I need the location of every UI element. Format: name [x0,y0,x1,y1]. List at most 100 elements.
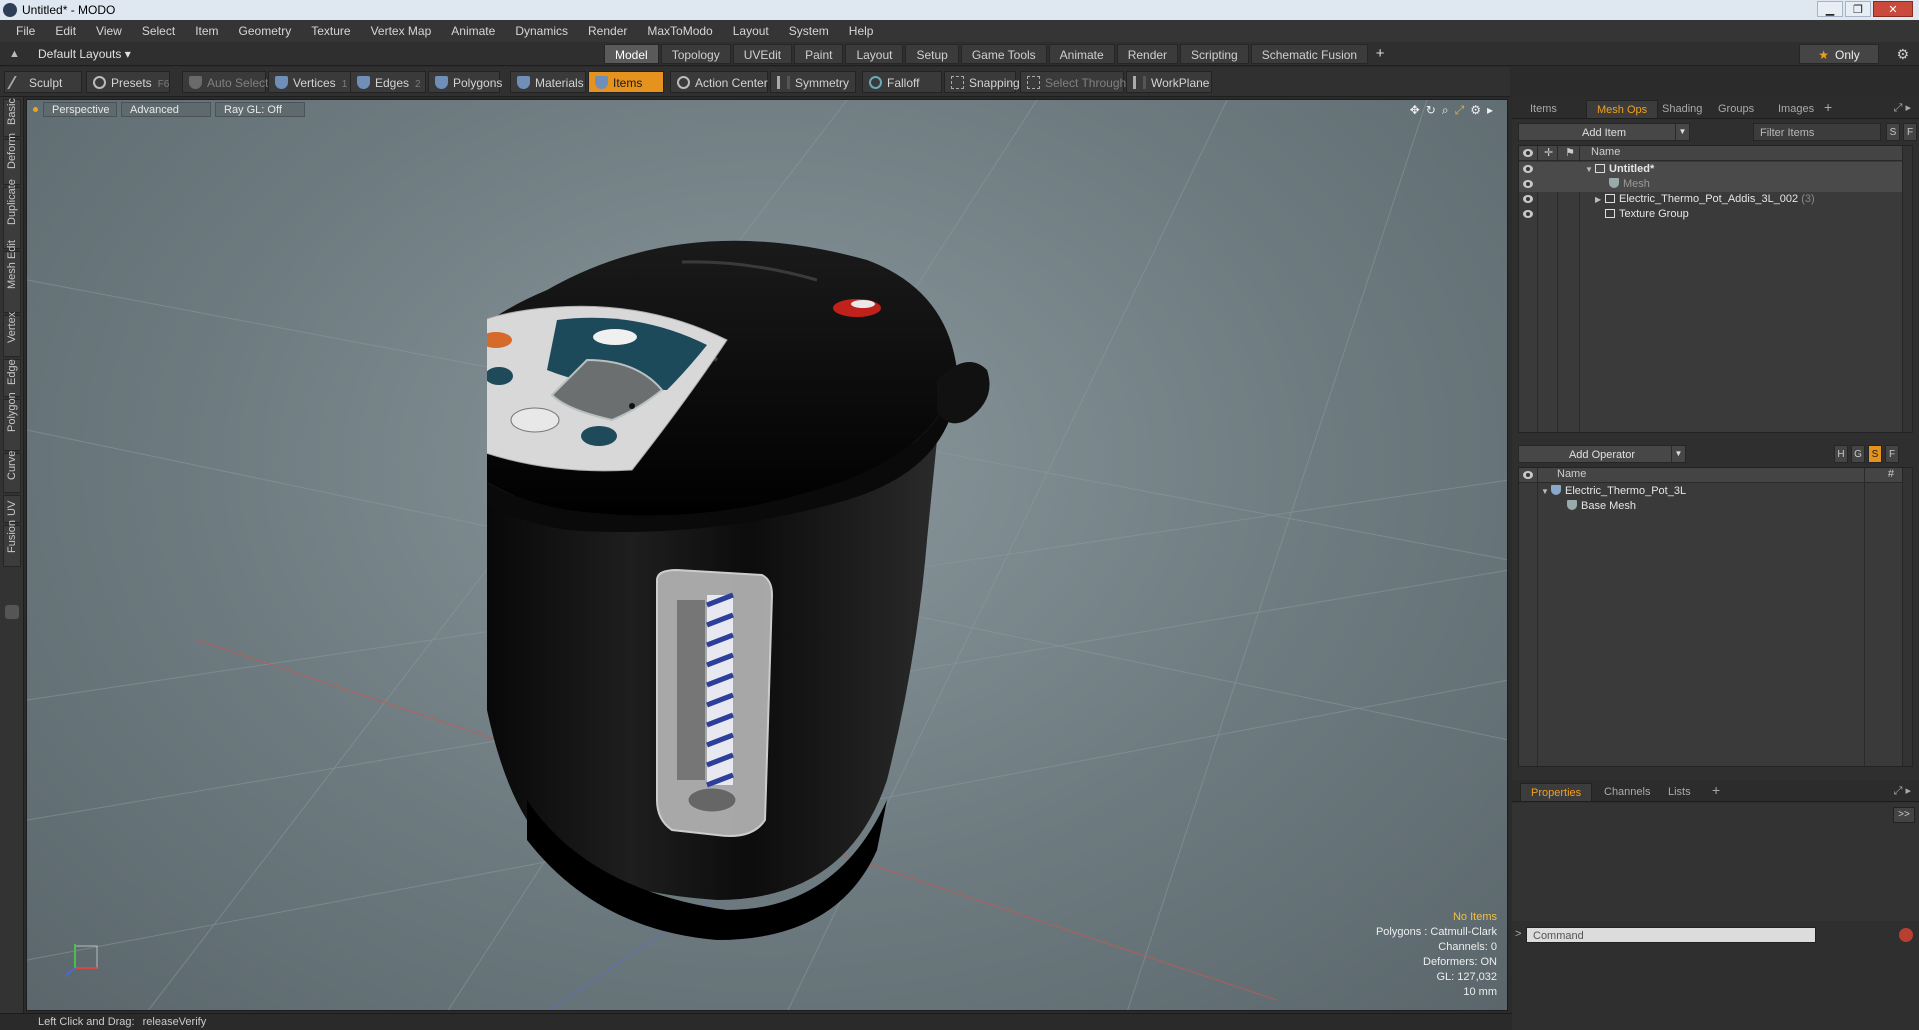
tab-game-tools[interactable]: Game Tools [960,44,1047,64]
menu-help[interactable]: Help [839,24,884,38]
visibility-icon[interactable] [1523,165,1533,173]
operator-item-base-mesh[interactable]: Base Mesh [1519,499,1912,514]
tab-topology[interactable]: Topology [660,44,731,64]
fit-view-icon[interactable]: ⤢ [1455,103,1465,118]
tab-shading[interactable]: Shading [1652,100,1712,118]
chevron-down-icon[interactable]: ▼ [1671,446,1685,462]
menu-maxtomodo[interactable]: MaxToModo [637,24,722,38]
vtab-polygon[interactable]: Polygon [3,392,21,451]
maximize-button[interactable]: ❐ [1845,1,1871,17]
menu-vertex-map[interactable]: Vertex Map [361,24,442,38]
expand-icon[interactable]: ▶ [1595,192,1605,207]
shading-style-button[interactable]: Advanced [121,102,211,117]
add-panel-tab-button[interactable]: + [1824,99,1832,115]
viewport-settings-icon[interactable]: ⚙ [1470,103,1481,118]
auto-select-button[interactable]: Auto Select [182,71,268,93]
tab-layout[interactable]: Layout [845,44,904,64]
raygl-button[interactable]: Ray GL: Off [215,102,305,117]
tab-scripting[interactable]: Scripting [1180,44,1249,64]
filter-f-button[interactable]: F [1903,123,1917,141]
add-tab-button[interactable]: + [1370,44,1390,64]
menu-view[interactable]: View [86,24,132,38]
operator-item-thermo-pot[interactable]: ▼ Electric_Thermo_Pot_3L [1519,484,1912,499]
tab-setup[interactable]: Setup [905,44,959,64]
collapse-icon[interactable]: ▼ [1541,484,1551,499]
only-toggle[interactable]: ★ Only [1799,44,1879,64]
tab-items[interactable]: Items [1520,100,1567,118]
menu-dynamics[interactable]: Dynamics [505,24,578,38]
workplane-button[interactable]: WorkPlane [1126,71,1212,93]
tabs-collapse-handle[interactable] [5,605,19,619]
operator-s-button[interactable]: S [1868,445,1882,463]
record-icon[interactable] [1899,928,1913,942]
panel-expand-icon[interactable]: ⤢ ▸ [1894,101,1911,115]
tab-images[interactable]: Images [1768,100,1824,118]
menu-texture[interactable]: Texture [301,24,360,38]
command-input[interactable]: Command [1526,927,1816,943]
vtab-curve[interactable]: Curve [3,451,21,493]
items-button[interactable]: Items [588,71,664,93]
move-view-icon[interactable]: ✥ [1410,103,1420,118]
vtab-fusion[interactable]: Fusion [3,520,21,567]
list-item-mesh[interactable]: Mesh [1519,177,1912,192]
chevron-down-icon[interactable]: ▼ [1675,124,1689,140]
visibility-icon[interactable] [1523,195,1533,203]
menu-animate[interactable]: Animate [441,24,505,38]
menu-render[interactable]: Render [578,24,637,38]
vtab-vertex[interactable]: Vertex [3,312,21,357]
menu-geometry[interactable]: Geometry [229,24,302,38]
list-item-thermo-pot[interactable]: ▶ Electric_Thermo_Pot_Addis_3L_002 (3) [1519,192,1912,207]
menu-file[interactable]: File [6,24,45,38]
properties-expand-icon[interactable]: ⤢ ▸ [1894,784,1911,798]
tab-paint[interactable]: Paint [794,44,844,64]
menu-select[interactable]: Select [132,24,185,38]
tab-groups[interactable]: Groups [1708,100,1764,118]
tab-channels[interactable]: Channels [1594,783,1660,801]
collapse-icon[interactable]: ▼ [1585,162,1595,177]
vtab-deform[interactable]: Deform [3,133,21,185]
tab-uvedit[interactable]: UVEdit [732,44,793,64]
select-through-button[interactable]: Select Through [1020,71,1126,93]
symmetry-button[interactable]: Symmetry [770,71,856,93]
edges-button[interactable]: Edges 2 [350,71,426,93]
tab-render[interactable]: Render [1116,44,1179,64]
zoom-view-icon[interactable]: ⌕ [1442,103,1449,118]
expand-properties-button[interactable]: >> [1893,807,1915,823]
rotate-view-icon[interactable]: ↻ [1426,103,1436,118]
add-item-button[interactable]: Add Item ▼ [1518,123,1690,141]
layout-up-icon[interactable]: ▲ [9,48,20,60]
vtab-basic[interactable]: Basic [3,98,21,137]
vtab-uv[interactable]: UV [3,495,21,523]
view-type-button[interactable]: Perspective [43,102,117,117]
thermo-pot-model[interactable] [487,240,1067,940]
operator-h-button[interactable]: H [1834,445,1848,463]
viewport-menu-dot[interactable] [33,107,38,112]
add-operator-button[interactable]: Add Operator ▼ [1518,445,1686,463]
falloff-button[interactable]: Falloff [862,71,942,93]
operator-g-button[interactable]: G [1851,445,1865,463]
tab-animate[interactable]: Animate [1048,44,1115,64]
add-properties-tab-button[interactable]: + [1712,782,1720,798]
minimize-button[interactable]: ▁ [1817,1,1843,17]
visibility-icon[interactable] [1523,210,1533,218]
menu-system[interactable]: System [779,24,839,38]
filter-s-button[interactable]: S [1886,123,1900,141]
snapping-button[interactable]: Snapping [944,71,1020,93]
close-button[interactable]: ✕ [1873,1,1913,17]
viewport-expand-icon[interactable]: ▸ [1487,103,1493,118]
vertices-button[interactable]: Vertices 1 [268,71,352,93]
tab-properties[interactable]: Properties [1520,783,1593,801]
tab-lists[interactable]: Lists [1658,783,1701,801]
sculpt-button[interactable]: Sculpt [4,71,82,93]
tab-model[interactable]: Model [604,44,659,64]
vtab-mesh-edit[interactable]: Mesh Edit [3,240,21,313]
visibility-icon[interactable] [1523,180,1533,188]
list-item-texture-group[interactable]: Texture Group [1519,207,1912,222]
tab-mesh-ops[interactable]: Mesh Ops [1586,100,1659,118]
3d-viewport[interactable]: Perspective Advanced Ray GL: Off ✥ ↻ ⌕ ⤢… [26,99,1508,1011]
list-item-untitled[interactable]: ▼ Untitled* [1519,162,1912,177]
polygons-button[interactable]: Polygons [428,71,502,93]
menu-edit[interactable]: Edit [45,24,86,38]
operator-list-scrollbar[interactable] [1902,468,1912,766]
action-center-button[interactable]: Action Center [670,71,768,93]
